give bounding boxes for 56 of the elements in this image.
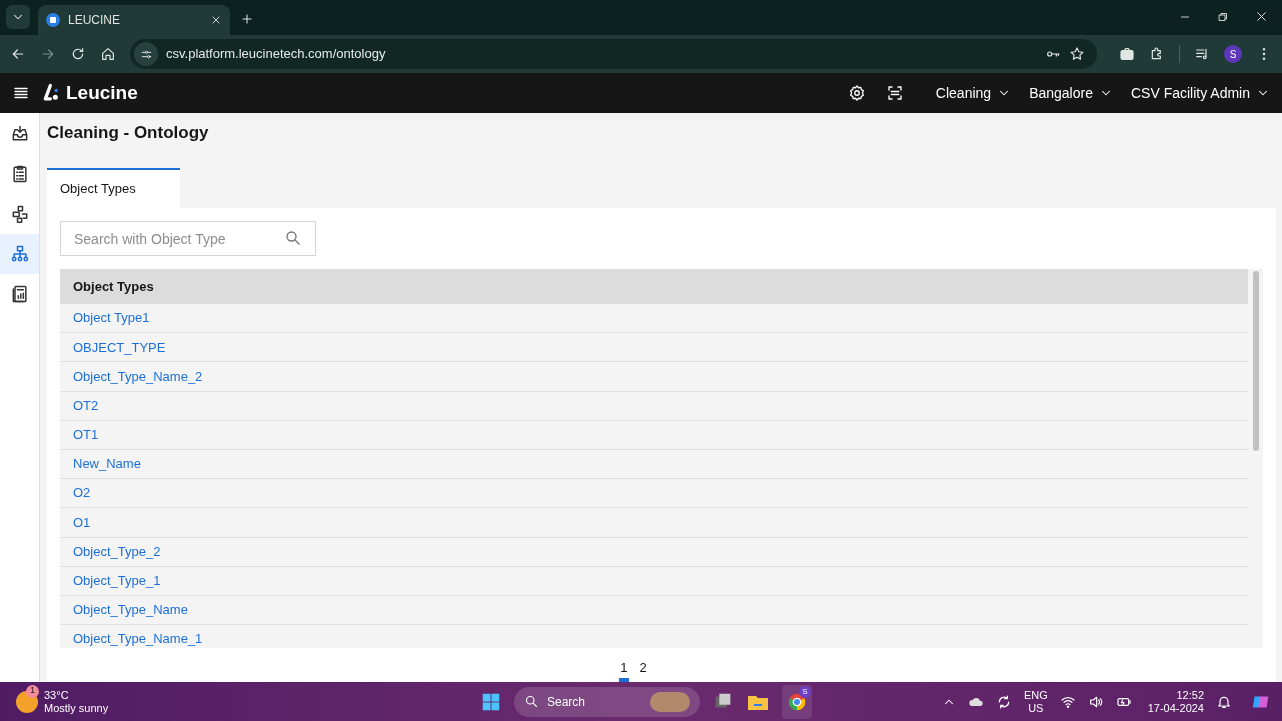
temperature: 33°C bbox=[44, 688, 70, 702]
search-icon[interactable] bbox=[284, 229, 302, 247]
settings-icon[interactable] bbox=[847, 84, 866, 102]
tab[interactable]: Object Types bbox=[47, 168, 180, 208]
tab-favicon-icon bbox=[46, 13, 60, 27]
header-dropdown[interactable]: CSV Facility Admin bbox=[1130, 82, 1270, 104]
star-icon[interactable] bbox=[1069, 46, 1085, 62]
new-tab-icon[interactable] bbox=[240, 12, 254, 26]
object-type-link[interactable]: OT1 bbox=[73, 425, 99, 445]
notification-badge: 1 bbox=[26, 684, 39, 698]
search-field[interactable]: Search with Object Type bbox=[60, 221, 316, 256]
object-type-link[interactable]: O1 bbox=[73, 512, 91, 533]
taskbar-search[interactable]: Search bbox=[514, 686, 700, 717]
close-icon[interactable] bbox=[1255, 10, 1268, 23]
search-icon bbox=[524, 694, 539, 709]
scrollbar-thumb[interactable] bbox=[1252, 271, 1259, 451]
brand-name: Leucine bbox=[66, 80, 138, 105]
page-button[interactable]: 2 bbox=[638, 657, 648, 682]
header-dropdown[interactable]: Bangalore bbox=[1029, 82, 1113, 104]
reload-icon[interactable] bbox=[70, 46, 86, 62]
media-queue-icon[interactable] bbox=[1194, 46, 1210, 62]
forward-arrow-icon[interactable] bbox=[40, 46, 56, 62]
clock-date[interactable]: 17-04-2024 bbox=[1147, 701, 1204, 715]
tab-title: LEUCINE bbox=[68, 12, 121, 29]
address-bar[interactable]: csv.platform.leucinetech.com/ontology bbox=[130, 39, 1097, 69]
object-type-link[interactable]: Object Type1 bbox=[73, 308, 150, 328]
column-header: Object Types bbox=[73, 277, 154, 296]
hierarchy-icon bbox=[9, 244, 30, 264]
object-type-link[interactable]: OT2 bbox=[73, 395, 99, 416]
browser-tab[interactable]: LEUCINE bbox=[38, 5, 230, 35]
profile-badge: S bbox=[799, 685, 811, 698]
url-text: csv.platform.leucinetech.com/ontology bbox=[166, 45, 387, 64]
clock-time[interactable]: 12:52 bbox=[1176, 688, 1204, 702]
object-type-link[interactable]: Object_Type_2 bbox=[73, 541, 161, 562]
chrome-taskbar-button[interactable]: S bbox=[782, 684, 812, 719]
header-dropdown[interactable]: Cleaning bbox=[935, 82, 1012, 104]
object-type-link[interactable]: O2 bbox=[73, 483, 91, 503]
home-icon[interactable] bbox=[100, 46, 116, 62]
search-label: Search bbox=[547, 693, 587, 711]
object-type-link[interactable]: New_Name bbox=[73, 454, 141, 474]
back-arrow-icon[interactable] bbox=[10, 46, 26, 62]
object-type-link[interactable]: Object_Type_Name_1 bbox=[73, 629, 203, 648]
profile-avatar[interactable]: S bbox=[1224, 45, 1242, 63]
tab-list-button[interactable] bbox=[6, 5, 30, 29]
restore-icon[interactable] bbox=[1217, 10, 1229, 23]
close-icon[interactable] bbox=[210, 14, 222, 26]
scan-icon[interactable] bbox=[885, 84, 904, 102]
region-label[interactable]: US bbox=[1028, 701, 1044, 715]
site-settings-icon[interactable] bbox=[134, 42, 158, 66]
object-type-link[interactable]: Object_Type_Name_2 bbox=[73, 366, 203, 387]
object-type-link[interactable]: Object_Type_Name bbox=[73, 600, 188, 620]
weather-condition: Mostly sunny bbox=[44, 701, 109, 715]
object-type-link[interactable]: OBJECT_TYPE bbox=[73, 337, 166, 358]
object-type-link[interactable]: Object_Type_1 bbox=[73, 571, 161, 591]
page-title: Cleaning - Ontology bbox=[47, 122, 210, 145]
language-label[interactable]: ENG bbox=[1023, 688, 1048, 702]
